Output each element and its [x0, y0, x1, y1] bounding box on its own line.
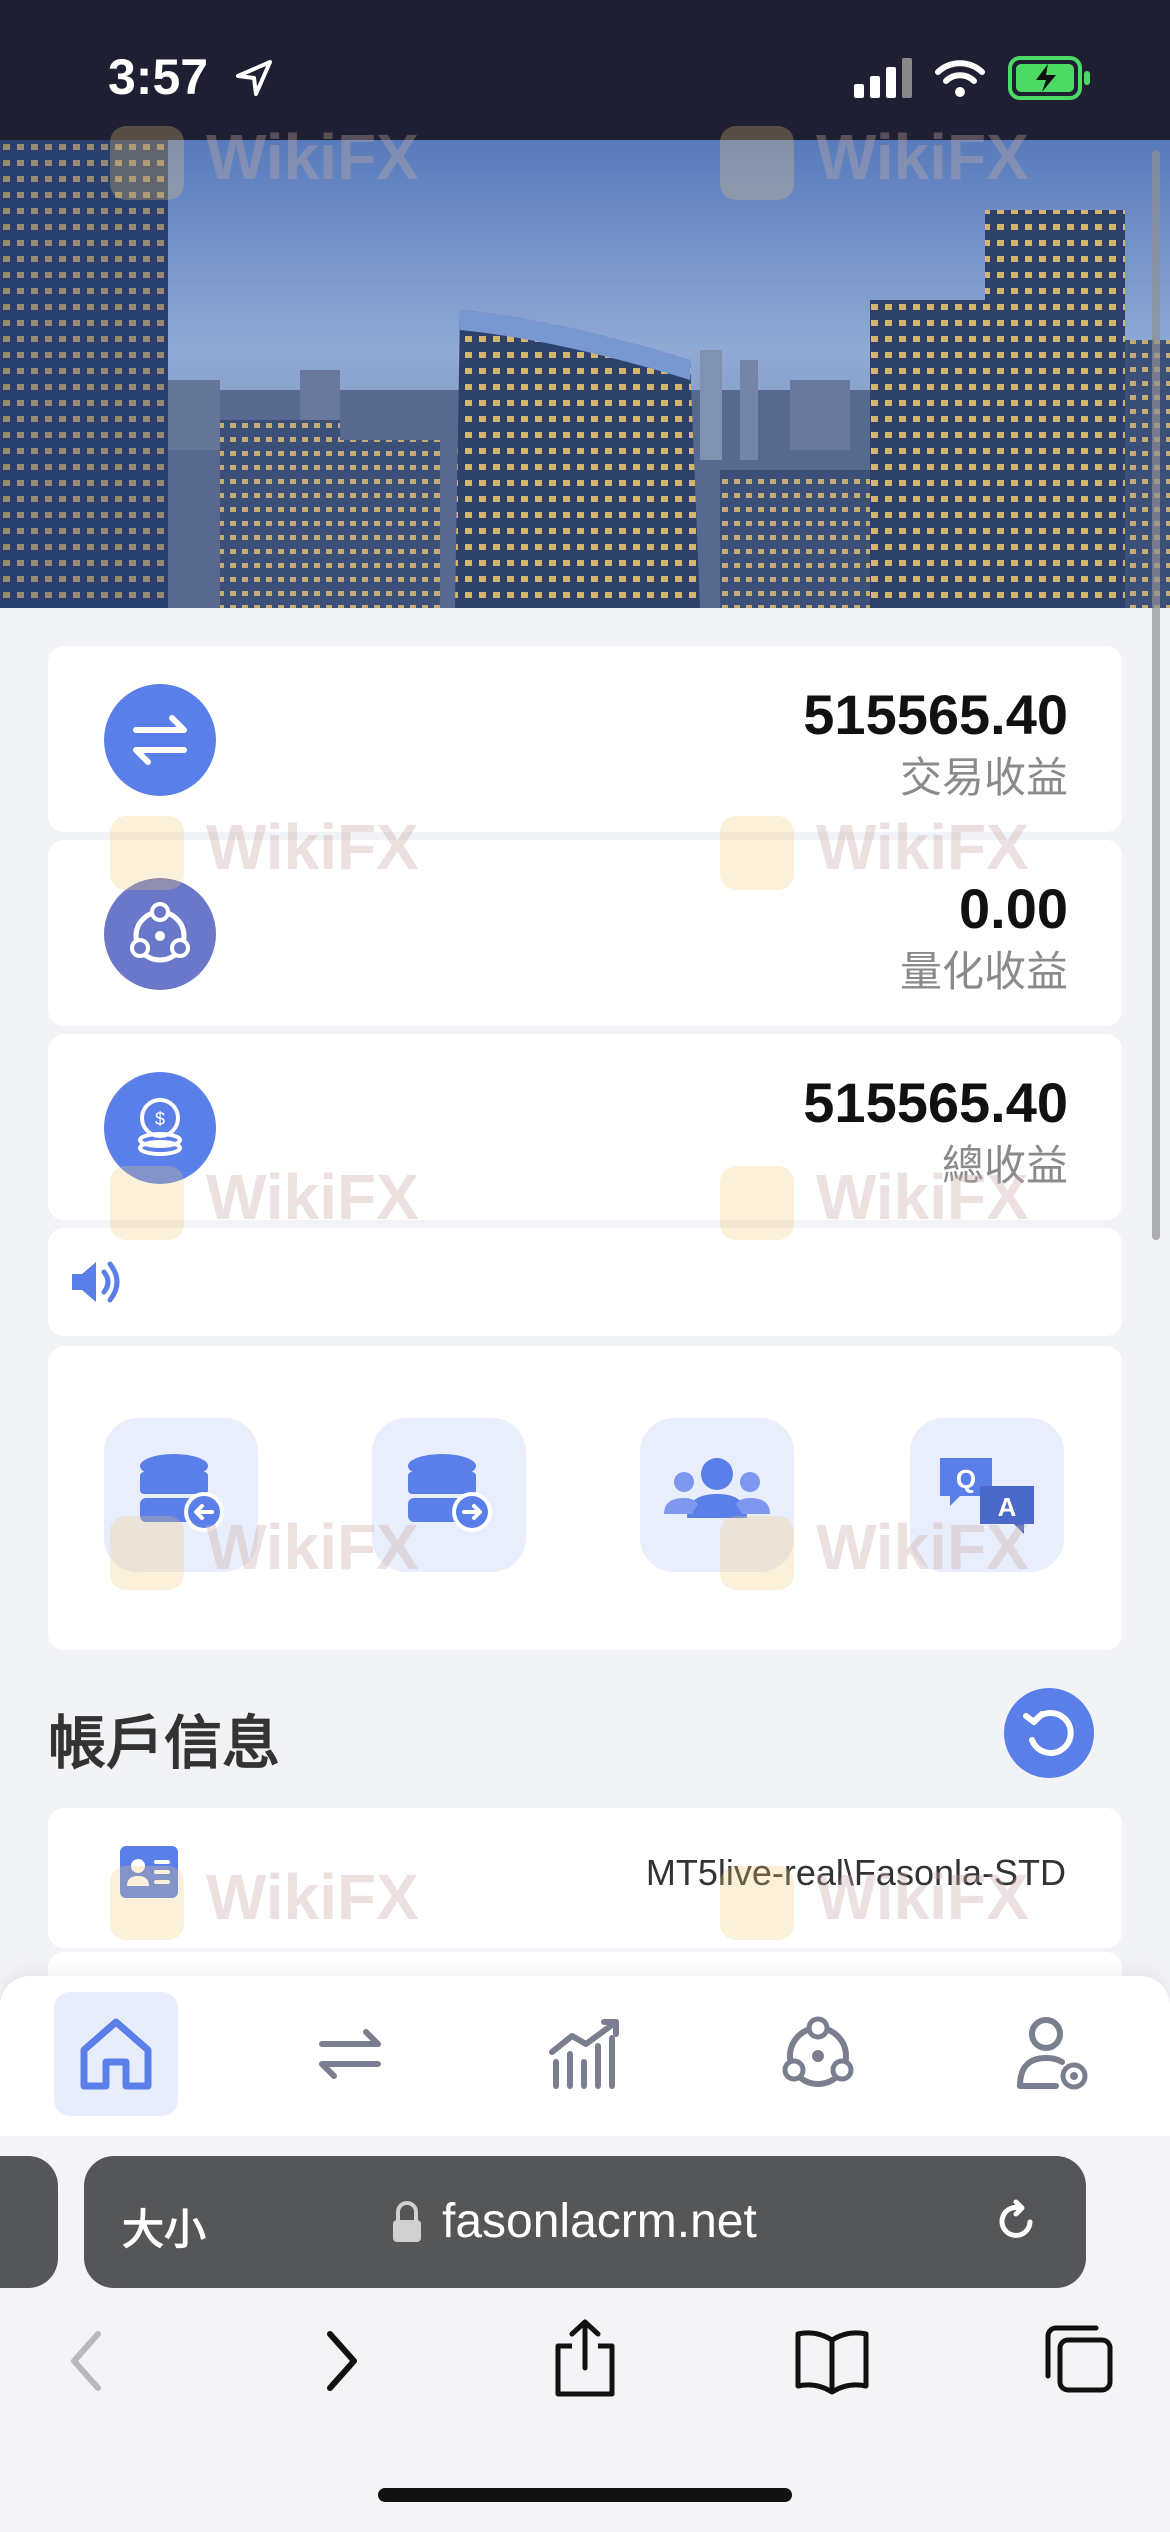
chart-icon	[549, 2019, 619, 2089]
watermark-logo-icon	[720, 1516, 794, 1590]
swap-arrows-icon	[104, 684, 216, 796]
watermark-logo-icon	[110, 1866, 184, 1940]
back-icon[interactable]	[62, 2326, 112, 2396]
home-indicator	[378, 2488, 792, 2502]
status-bar: 3:57	[0, 0, 1170, 140]
total-profit-value: 515565.40	[803, 1071, 1068, 1134]
tabs-icon[interactable]	[1040, 2322, 1118, 2398]
status-time: 3:57	[108, 49, 209, 105]
quant-nodes-icon	[104, 878, 216, 990]
trading-profit-value: 515565.40	[803, 683, 1068, 746]
notice-bar[interactable]	[48, 1228, 1122, 1336]
quick-actions-panel: Q A	[48, 1346, 1122, 1650]
tab-profile[interactable]	[990, 1992, 1114, 2116]
quant-icon	[782, 2016, 854, 2087]
quant-profit-label: 量化收益	[899, 948, 1068, 995]
wifi-icon	[935, 60, 985, 97]
watermark-logo-icon	[720, 816, 794, 890]
tab-markets[interactable]	[522, 1992, 646, 2116]
watermark-logo-icon	[720, 1166, 794, 1240]
watermark-logo-icon	[720, 1866, 794, 1940]
watermark-logo-icon	[110, 816, 184, 890]
user-settings-icon	[1017, 2017, 1088, 2090]
page-scrollbar[interactable]	[1152, 150, 1160, 1240]
account-section-title: 帳戶信息	[48, 1711, 281, 1776]
quant-profit-value: 0.00	[959, 877, 1068, 940]
cellular-signal-icon	[854, 58, 912, 98]
share-icon[interactable]	[550, 2316, 620, 2400]
home-icon	[80, 2018, 152, 2090]
tab-trade[interactable]	[288, 1992, 412, 2116]
location-arrow-icon	[236, 60, 272, 96]
tab-home[interactable]	[54, 1992, 178, 2116]
refresh-button[interactable]	[1004, 1688, 1094, 1778]
svg-text:$: $	[155, 1109, 165, 1129]
address-bar[interactable]: 大小 fasonlacrm.net	[84, 2156, 1086, 2288]
watermark-logo-icon	[110, 1516, 184, 1590]
svg-text:Q: Q	[956, 1464, 976, 1494]
hero-banner	[0, 140, 1170, 608]
bookmarks-icon[interactable]	[792, 2326, 872, 2396]
watermark-logo-icon	[110, 126, 184, 200]
previous-tab-peek[interactable]	[0, 2156, 58, 2288]
speaker-icon	[72, 1261, 120, 1303]
trading-profit-label: 交易收益	[899, 754, 1068, 801]
battery-icon	[1008, 56, 1090, 100]
url-text[interactable]: fasonlacrm.net	[442, 2194, 757, 2249]
watermark-logo-icon	[110, 1166, 184, 1240]
lock-icon	[393, 2201, 421, 2242]
bottom-tab-bar	[0, 1976, 1170, 2136]
refresh-icon	[1023, 1710, 1074, 1756]
forward-icon[interactable]	[316, 2326, 366, 2396]
reload-icon[interactable]	[990, 2196, 1042, 2248]
text-size-button[interactable]: 大小	[122, 2196, 206, 2257]
stat-card-trading-profit: 515565.40 交易收益	[48, 646, 1122, 832]
tab-quant[interactable]	[756, 1992, 880, 2116]
swap-icon	[319, 2029, 381, 2079]
watermark-logo-icon	[720, 126, 794, 200]
